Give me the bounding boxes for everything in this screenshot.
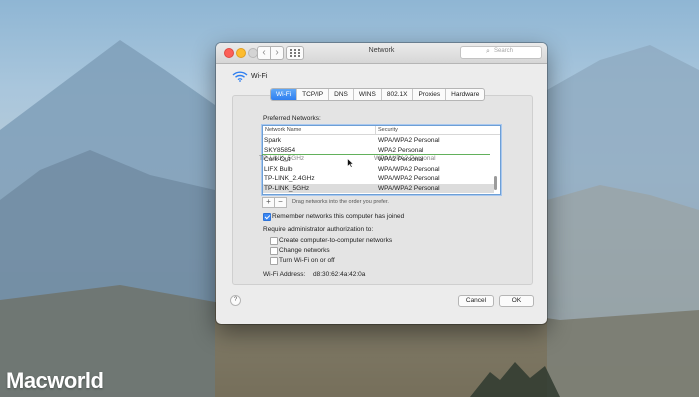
dragged-row-ghost: TP-LINK_5GHz WPA/WPA2 Personal (259, 154, 493, 163)
wifi-icon (232, 71, 248, 82)
change-networks-checkbox[interactable] (270, 247, 278, 255)
tab-dns[interactable]: DNS (329, 89, 354, 100)
tab-tcpip[interactable]: TCP/IP (297, 89, 330, 100)
column-divider (375, 126, 376, 134)
network-name: TP-LINK_2.4GHz (264, 175, 315, 182)
turn-wifi-checkbox[interactable] (270, 257, 278, 265)
tab-hardware[interactable]: Hardware (446, 89, 484, 100)
ok-button[interactable]: OK (499, 295, 534, 307)
network-name: LIFX Bulb (264, 165, 293, 173)
wifi-address-label: Wi-Fi Address: (263, 271, 306, 278)
network-name: Spark (264, 137, 281, 144)
network-security: WPA/WPA2 Personal (378, 175, 440, 182)
preferred-networks-label: Preferred Networks: (263, 115, 321, 122)
tab-wins[interactable]: WINS (354, 89, 382, 100)
tab-wifi[interactable]: Wi-Fi (271, 89, 298, 100)
dragged-network-security: WPA/WPA2 Personal (374, 155, 436, 162)
title-bar[interactable]: ‹ › Network ⌕ Search (216, 43, 547, 64)
create-c2c-label[interactable]: Create computer-to-computer networks (279, 237, 392, 244)
network-security: WPA/WPA2 Personal (378, 184, 440, 192)
network-security: WPA/WPA2 Personal (378, 137, 440, 144)
wifi-address-value: d8:30:62:4a:42:0a (313, 271, 366, 278)
change-networks-label[interactable]: Change networks (279, 247, 330, 254)
tab-8021x[interactable]: 802.1X (382, 89, 414, 100)
search-icon: ⌕ (486, 48, 490, 55)
drop-insertion-line (262, 154, 490, 155)
network-security: WPA/WPA2 Personal (378, 165, 440, 173)
mouse-pointer-icon (347, 158, 354, 168)
cancel-button[interactable]: Cancel (458, 295, 494, 307)
create-c2c-checkbox[interactable] (270, 237, 278, 245)
help-button[interactable]: ? (230, 295, 241, 306)
remember-networks-checkbox[interactable] (263, 213, 271, 221)
table-scrollbar[interactable] (494, 176, 497, 190)
service-title: Wi-Fi (251, 73, 268, 80)
network-preferences-window: ‹ › Network ⌕ Search Wi-Fi Wi-Fi TCP/IP … (216, 43, 547, 324)
dragged-network-name: TP-LINK_5GHz (259, 155, 305, 162)
table-row[interactable]: TP-LINK_2.4GHz WPA/WPA2 Personal (263, 174, 494, 184)
remember-networks-label[interactable]: Remember networks this computer has join… (272, 213, 404, 220)
header-divider (263, 134, 500, 135)
tab-bar: Wi-Fi TCP/IP DNS WINS 802.1X Proxies Har… (270, 88, 486, 101)
column-header-security[interactable]: Security (378, 127, 398, 133)
column-header-network-name[interactable]: Network Name (265, 127, 301, 133)
network-security: WPA2 Personal (378, 146, 424, 154)
network-name: SKY85854 (264, 146, 296, 154)
table-row[interactable]: LIFX Bulb WPA/WPA2 Personal (263, 165, 494, 175)
search-field[interactable]: ⌕ Search (460, 46, 542, 59)
network-name: TP-LINK_5GHz (264, 184, 310, 192)
turn-wifi-label[interactable]: Turn Wi-Fi on or off (279, 257, 335, 264)
drag-hint-text: Drag networks into the order you prefer. (292, 199, 389, 205)
remove-network-button[interactable]: − (274, 197, 287, 208)
search-placeholder: Search (494, 48, 514, 54)
table-row[interactable]: Spark WPA/WPA2 Personal (263, 136, 494, 146)
admin-auth-label: Require administrator authorization to: (263, 226, 374, 233)
macworld-watermark: Macworld (6, 368, 104, 393)
tab-proxies[interactable]: Proxies (413, 89, 447, 100)
table-row-selected[interactable]: TP-LINK_5GHz WPA/WPA2 Personal (263, 183, 494, 193)
